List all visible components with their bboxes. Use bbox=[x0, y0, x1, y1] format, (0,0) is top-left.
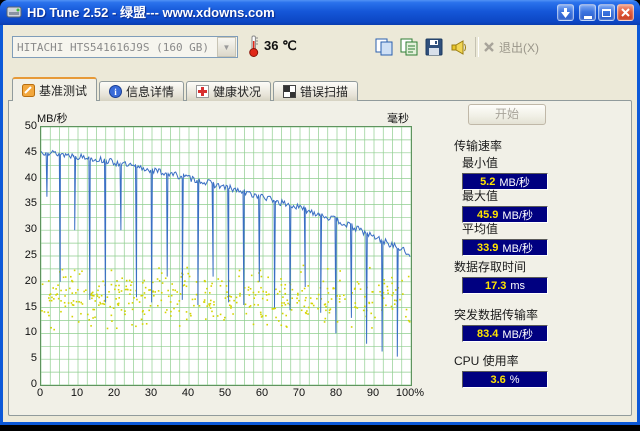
benchmark-chart bbox=[40, 126, 412, 386]
cpu-usage-value: 3.6 bbox=[490, 373, 506, 386]
drive-select-value: HITACHI HTS541616J9S (160 GB) bbox=[17, 40, 210, 54]
tab-bar: 基准测试 i 信息详情 健康状况 错误扫描 bbox=[12, 77, 360, 101]
drive-select[interactable]: HITACHI HTS541616J9S (160 GB) ▼ bbox=[12, 36, 238, 58]
tab-health[interactable]: 健康状况 bbox=[186, 81, 272, 101]
chart-plot bbox=[40, 126, 412, 386]
copy-image-button[interactable] bbox=[373, 36, 395, 58]
measurement-cpu-usage: CPU 使用率 3.6 % bbox=[454, 352, 548, 388]
access-time-value: 17.3 bbox=[484, 279, 507, 292]
hd-tune-window: HD Tune 2.52 - 绿盟--- www.xdowns.com HITA… bbox=[0, 0, 640, 425]
avg-value-box: 33.9 MB/秒 bbox=[462, 239, 548, 256]
tab-info[interactable]: i 信息详情 bbox=[99, 81, 185, 101]
cpu-usage-value-box: 3.6 % bbox=[462, 371, 548, 388]
speaker-button[interactable] bbox=[448, 36, 470, 58]
benchmark-icon bbox=[22, 83, 35, 97]
error-scan-checker-icon bbox=[283, 85, 297, 98]
max-label: 最大值 bbox=[462, 189, 499, 203]
access-time-label: 数据存取时间 bbox=[454, 260, 527, 274]
y2-axis-label: 毫秒 bbox=[387, 113, 409, 125]
client-area: HITACHI HTS541616J9S (160 GB) ▼ 36 ℃ 退出(… bbox=[3, 25, 637, 422]
maximize-button[interactable] bbox=[598, 4, 615, 21]
burst-rate-value: 83.4 bbox=[477, 327, 499, 340]
min-value: 5.2 bbox=[480, 175, 496, 188]
temperature-value: 36 ℃ bbox=[264, 38, 297, 53]
save-icon bbox=[425, 38, 443, 56]
measurement-min: 最小值 5.2 MB/秒 bbox=[462, 154, 548, 190]
exit-x-icon bbox=[484, 42, 494, 52]
exit-label: 退出(X) bbox=[499, 40, 539, 55]
burst-rate-unit: MB/秒 bbox=[502, 328, 533, 341]
tab-info-label: 信息详情 bbox=[126, 85, 175, 99]
min-label: 最小值 bbox=[462, 156, 499, 170]
health-cross-icon bbox=[196, 85, 210, 98]
transfer-rate-group-label: 传输速率 bbox=[454, 139, 503, 153]
tab-error-scan[interactable]: 错误扫描 bbox=[273, 81, 359, 101]
avg-value: 33.9 bbox=[477, 241, 499, 254]
copy-info-icon bbox=[400, 38, 418, 56]
minimize-button[interactable] bbox=[579, 4, 596, 21]
copy-image-icon bbox=[375, 38, 393, 56]
y-axis-ticks: 0 5 10 15 20 25 30 35 40 45 50 bbox=[24, 120, 37, 390]
download-button[interactable] bbox=[557, 4, 574, 21]
avg-unit: MB/秒 bbox=[502, 242, 533, 255]
tab-benchmark[interactable]: 基准测试 bbox=[12, 77, 98, 101]
screen: HD Tune 2.52 - 绿盟--- www.xdowns.com HITA… bbox=[0, 0, 640, 431]
exit-button[interactable]: 退出(X) bbox=[483, 37, 539, 57]
burst-rate-label: 突发数据传输率 bbox=[454, 308, 539, 322]
cpu-usage-label: CPU 使用率 bbox=[454, 354, 519, 368]
y-axis-label: MB/秒 bbox=[37, 113, 68, 125]
toolbar-separator bbox=[475, 37, 479, 57]
burst-rate-value-box: 83.4 MB/秒 bbox=[462, 325, 548, 342]
copy-info-button[interactable] bbox=[398, 36, 420, 58]
measurement-burst-rate: 突发数据传输率 83.4 MB/秒 bbox=[454, 306, 548, 342]
cpu-usage-unit: % bbox=[509, 373, 520, 386]
minimize-icon bbox=[583, 15, 592, 19]
close-button[interactable] bbox=[617, 4, 634, 21]
maximize-icon bbox=[602, 8, 611, 17]
hd-tune-app-icon bbox=[6, 4, 22, 20]
measurement-max: 最大值 45.9 MB/秒 bbox=[462, 187, 548, 223]
access-time-value-box: 17.3 ms bbox=[462, 277, 548, 294]
close-icon bbox=[621, 8, 630, 17]
window-title: HD Tune 2.52 - 绿盟--- www.xdowns.com bbox=[27, 5, 275, 20]
max-value: 45.9 bbox=[477, 208, 499, 221]
measurement-access-time: 数据存取时间 17.3 ms bbox=[454, 258, 548, 294]
measurement-avg: 平均值 33.9 MB/秒 bbox=[462, 220, 548, 256]
save-button[interactable] bbox=[423, 36, 445, 58]
tab-error-scan-label: 错误扫描 bbox=[300, 85, 349, 99]
info-icon: i bbox=[109, 85, 123, 98]
x-axis-ticks: 0 10 20 30 40 50 60 70 80 90 100% bbox=[36, 387, 425, 399]
chevron-down-icon[interactable]: ▼ bbox=[217, 37, 236, 57]
start-button[interactable]: 开始 bbox=[468, 104, 546, 125]
tab-health-label: 健康状况 bbox=[213, 85, 262, 99]
access-time-unit: ms bbox=[510, 279, 526, 292]
tab-benchmark-label: 基准测试 bbox=[39, 83, 88, 98]
thermometer-icon bbox=[247, 34, 260, 63]
speaker-icon bbox=[451, 40, 466, 55]
avg-label: 平均值 bbox=[462, 222, 499, 236]
download-arrow-icon bbox=[561, 7, 570, 18]
titlebar[interactable]: HD Tune 2.52 - 绿盟--- www.xdowns.com bbox=[0, 0, 640, 25]
